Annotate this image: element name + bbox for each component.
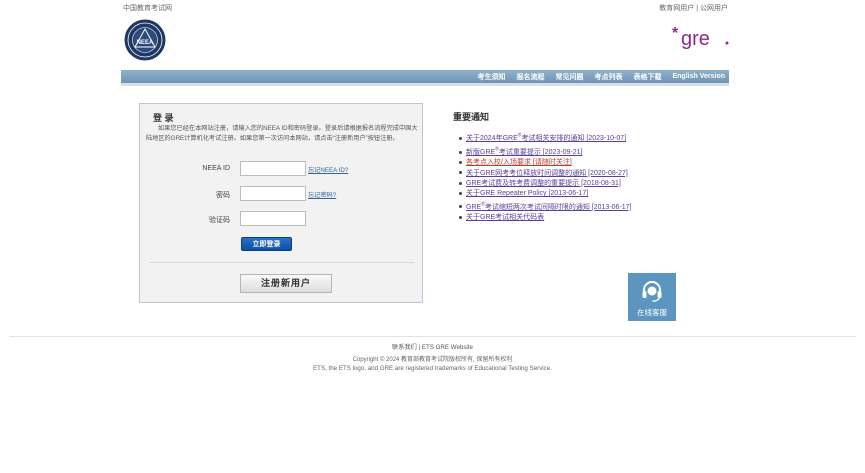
forgot-password-link[interactable]: 忘记密码? xyxy=(308,190,336,199)
top-link-separator: | xyxy=(696,5,699,12)
notice-title: 重要通知 xyxy=(453,112,490,122)
footer-trademark: ETS, the ETS logo, and GRE are registere… xyxy=(313,365,552,372)
password-label: 密码 xyxy=(216,192,230,199)
nav-form-download[interactable]: 表格下载 xyxy=(633,72,661,82)
notice-item: 关于GRE考试相关代码表 xyxy=(459,213,632,223)
notice-link[interactable]: 新版GRE®考试重要提示 [2023-09-21] xyxy=(466,147,583,156)
user-type-links: 教育网用户 | 公网用户 xyxy=(659,3,728,13)
svg-text:*: * xyxy=(672,25,679,42)
public-network-user-link[interactable]: 公网用户 xyxy=(700,5,728,12)
nav-english-version[interactable]: English Version xyxy=(672,73,725,80)
nav-faq[interactable]: 常见问题 xyxy=(555,72,583,82)
notice-link[interactable]: GRE®考试缩短两次考试间隔时限的通知 [2013-06-17] xyxy=(466,201,632,210)
nav-test-centers[interactable]: 考点列表 xyxy=(594,72,622,82)
neea-site-link[interactable]: 中国教育考试网 xyxy=(123,3,172,13)
notice-item: 关于GRE Repeater Policy [2013-06-17] xyxy=(459,189,632,199)
login-description: 如果您已经在本网站注册，请输入您的NEEA ID和密码登录。登录后请根据报名流程… xyxy=(146,125,418,142)
bullet-icon xyxy=(459,205,462,209)
nav-shadow xyxy=(121,83,729,86)
notice-link[interactable]: 关于2024年GRE®考试相关安排的通知 [2023-10-07] xyxy=(466,133,626,142)
captcha-input[interactable] xyxy=(240,211,306,226)
main-nav: 考生须知 报名流程 常见问题 考点列表 表格下载 English Version xyxy=(121,70,729,83)
forgot-id-link[interactable]: 忘记NEEA ID? xyxy=(308,165,348,174)
login-button[interactable]: 立即登录 xyxy=(241,237,292,251)
bullet-icon xyxy=(459,191,462,195)
login-divider xyxy=(149,262,414,263)
nav-candidate-notice[interactable]: 考生须知 xyxy=(477,72,505,82)
bullet-icon xyxy=(459,150,462,154)
notice-item: GRE考试费及转考费调整的重要提示 [2018-08-31] xyxy=(459,179,632,189)
notice-link[interactable]: 关于GRE Repeater Policy [2013-06-17] xyxy=(466,190,588,197)
footer-copyright: Copyright © 2024 教育部教育考试院版权所有, 保留所有权利 xyxy=(352,357,513,363)
edu-network-user-link[interactable]: 教育网用户 xyxy=(659,5,694,12)
neea-id-input[interactable] xyxy=(240,161,306,176)
bullet-icon xyxy=(459,171,462,175)
notice-link[interactable]: GRE考试费及转考费调整的重要提示 [2018-08-31] xyxy=(466,180,621,187)
online-service-label: 在线客服 xyxy=(637,308,667,317)
notice-list: 关于2024年GRE®考试相关安排的通知 [2023-10-07] 新版GRE®… xyxy=(459,131,632,223)
bullet-icon xyxy=(459,136,462,140)
notice-link[interactable]: 关于GRE考试相关代码表 xyxy=(466,214,544,221)
gre-logo-text: gre xyxy=(681,28,710,50)
neea-logo[interactable]: NEEA xyxy=(124,19,166,61)
notice-link[interactable]: 关于GRE网考考位释放时间调整的通知 [2020-08-27] xyxy=(466,170,628,177)
contact-us-link[interactable]: 联系我们 xyxy=(392,344,417,351)
login-title: 登 录 xyxy=(153,113,174,123)
notice-link[interactable]: 各考点入校/入场要求 [请随时关注] xyxy=(466,159,572,166)
notice-item: 关于2024年GRE®考试相关安排的通知 [2023-10-07] xyxy=(459,131,632,145)
bullet-icon xyxy=(459,181,462,185)
online-service-button[interactable]: 在线客服 xyxy=(628,273,676,321)
neea-logo-text: NEEA xyxy=(137,40,154,46)
footer-divider xyxy=(9,336,856,337)
notice-item: 新版GRE®考试重要提示 [2023-09-21] xyxy=(459,145,632,159)
footer-separator: | xyxy=(418,344,421,351)
nav-registration-process[interactable]: 报名流程 xyxy=(516,72,544,82)
password-input[interactable] xyxy=(240,186,306,201)
notice-item: GRE®考试缩短两次考试间隔时限的通知 [2013-06-17] xyxy=(459,199,632,213)
gre-logo[interactable]: * gre xyxy=(672,24,730,50)
bullet-icon xyxy=(459,160,462,164)
register-button[interactable]: 注册新用户 xyxy=(240,274,332,293)
login-panel: 登 录 如果您已经在本网站注册，请输入您的NEEA ID和密码登录。登录后请根据… xyxy=(139,103,423,303)
bullet-icon xyxy=(459,215,462,219)
headset-icon xyxy=(642,281,662,302)
captcha-label: 验证码 xyxy=(209,217,230,224)
ets-gre-website-link[interactable]: ETS GRE Website xyxy=(422,344,473,351)
footer-links: 联系我们 | ETS GRE Website xyxy=(0,342,865,351)
notice-item: 关于GRE网考考位释放时间调整的通知 [2020-08-27] xyxy=(459,169,632,179)
notice-item: 各考点入校/入场要求 [请随时关注] xyxy=(459,158,632,168)
neea-id-label: NEEA ID xyxy=(202,165,230,172)
